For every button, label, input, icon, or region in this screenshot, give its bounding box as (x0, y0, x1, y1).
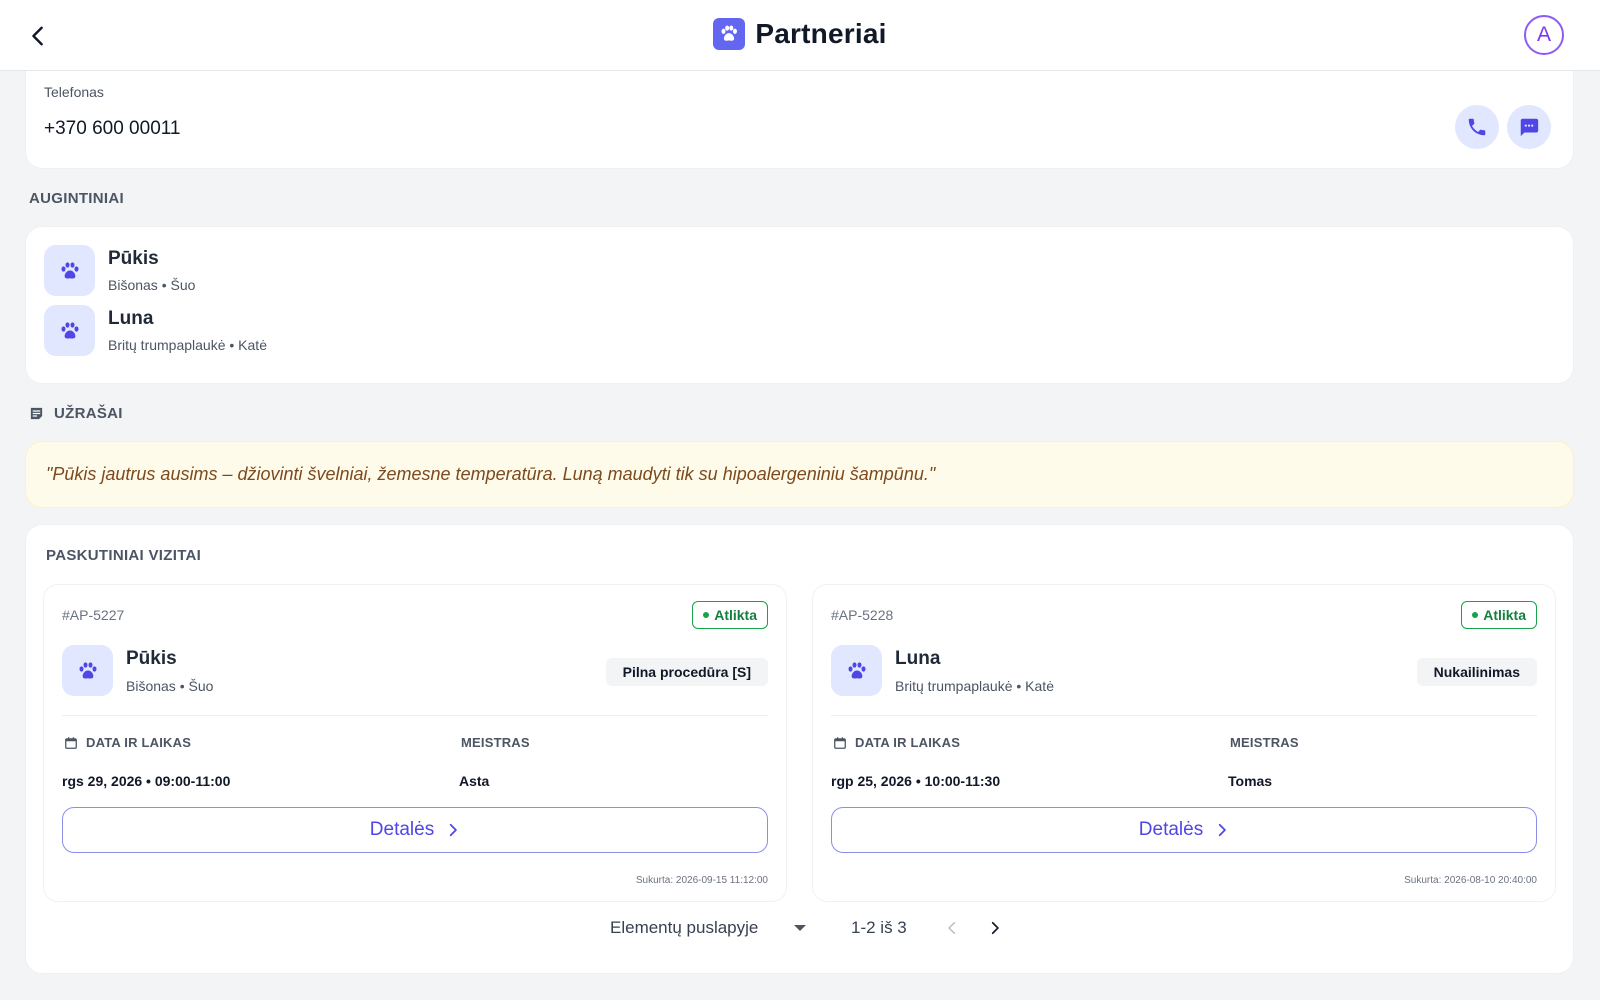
page-title: Partneriai (755, 18, 887, 49)
paw-logo-icon (713, 18, 746, 50)
chat-bubble-icon (1520, 118, 1539, 137)
visit-id: #AP-5228 (831, 607, 894, 623)
details-button[interactable]: Detalės (831, 807, 1537, 853)
created-timestamp: Sukurta: 2026-09-15 11:12:00 (635, 875, 768, 886)
date-time-label-text: DATA IR LAIKAS (855, 735, 961, 750)
visit-pet-name: Pūkis (126, 648, 177, 669)
chevron-right-icon (1218, 823, 1226, 837)
user-avatar[interactable]: A (1524, 15, 1564, 55)
previous-page-button[interactable] (938, 914, 966, 942)
status-text: Atlikta (1483, 607, 1526, 623)
paw-icon (62, 645, 113, 696)
message-button[interactable] (1507, 105, 1551, 149)
details-button-label: Detalės (1138, 819, 1204, 840)
page-range: 1-2 iš 3 (851, 918, 907, 937)
pagination: Elementų puslapyje 1-2 iš 3 (26, 910, 1573, 946)
date-time-value: rgp 25, 2026 • 10:00-11:30 (831, 773, 1001, 789)
divider (62, 715, 768, 716)
groomer-value: Tomas (1228, 773, 1273, 789)
service-chip: Nukailinimas (1416, 658, 1537, 686)
divider (831, 715, 1537, 716)
details-button-label: Detalės (369, 819, 435, 840)
groomer-value: Asta (459, 773, 490, 789)
notes-section-title: UŽRAŠAI (54, 405, 123, 422)
status-badge: Atlikta (1461, 601, 1537, 629)
calendar-icon (834, 736, 846, 749)
phone-value: +370 600 00011 (44, 118, 181, 139)
recent-visits-card: PASKUTINIAI VIZITAI #AP-5227 Atlikta Pūk… (26, 525, 1573, 973)
groomer-label: MEISTRAS (461, 735, 530, 750)
paw-icon (44, 245, 95, 296)
top-app-bar: Partneriai A (0, 0, 1600, 71)
pet-breed-species: Britų trumpaplaukė • Katė (108, 337, 267, 353)
date-time-label: DATA IR LAIKAS (64, 735, 191, 750)
phone-label: Telefonas (44, 84, 104, 100)
pet-name: Luna (108, 308, 154, 329)
brand: Partneriai (0, 18, 1600, 50)
pet-item[interactable]: Luna Britų trumpaplaukė • Katė (44, 305, 644, 357)
visit-pet-meta: Britų trumpaplaukė • Katė (895, 678, 1054, 694)
paw-icon (831, 645, 882, 696)
notes-text: "Pūkis jautrus ausims – džiovinti švelni… (46, 464, 936, 484)
status-dot-icon (1472, 612, 1479, 618)
visit-pet-name: Luna (895, 648, 941, 669)
chevron-right-icon (449, 823, 457, 837)
service-chip: Pilna procedūra [S] (605, 658, 768, 686)
visit-pet-meta: Bišonas • Šuo (126, 678, 214, 694)
visit-card: #AP-5227 Atlikta Pūkis Bišonas • Šuo Pil… (44, 585, 786, 901)
call-button[interactable] (1455, 105, 1499, 149)
status-dot-icon (703, 612, 710, 618)
pets-card: Pūkis Bišonas • Šuo Luna Britų trumpapla… (26, 227, 1573, 383)
notes-card: "Pūkis jautrus ausims – džiovinti švelni… (26, 442, 1573, 507)
pet-item[interactable]: Pūkis Bišonas • Šuo (44, 245, 644, 297)
note-icon (30, 407, 43, 420)
calendar-icon (65, 736, 77, 749)
pets-section-title: AUGINTINIAI (29, 190, 124, 207)
contact-card: Telefonas +370 600 00011 (26, 60, 1573, 168)
pet-name: Pūkis (108, 248, 159, 269)
phone-icon (1468, 118, 1486, 136)
details-button[interactable]: Detalės (62, 807, 768, 853)
date-time-label-text: DATA IR LAIKAS (86, 735, 192, 750)
created-timestamp: Sukurta: 2026-08-10 20:40:00 (1404, 875, 1537, 886)
items-per-page-dropdown[interactable] (794, 925, 806, 931)
chevron-left-icon (948, 921, 956, 935)
notes-section-header: UŽRAŠAI (29, 405, 123, 422)
date-time-label: DATA IR LAIKAS (833, 735, 960, 750)
groomer-label: MEISTRAS (1230, 735, 1299, 750)
visits-section-title: PASKUTINIAI VIZITAI (46, 547, 202, 564)
status-badge: Atlikta (692, 601, 768, 629)
paw-icon (44, 305, 95, 356)
date-time-value: rgs 29, 2026 • 09:00-11:00 (62, 773, 231, 789)
chevron-right-icon (991, 921, 999, 935)
pet-breed-species: Bišonas • Šuo (108, 277, 196, 293)
items-per-page-label: Elementų puslapyje (610, 918, 759, 937)
status-text: Atlikta (714, 607, 757, 623)
visit-card: #AP-5228 Atlikta Luna Britų trumpaplaukė… (813, 585, 1555, 901)
next-page-button[interactable] (981, 914, 1009, 942)
visit-id: #AP-5227 (62, 607, 125, 623)
